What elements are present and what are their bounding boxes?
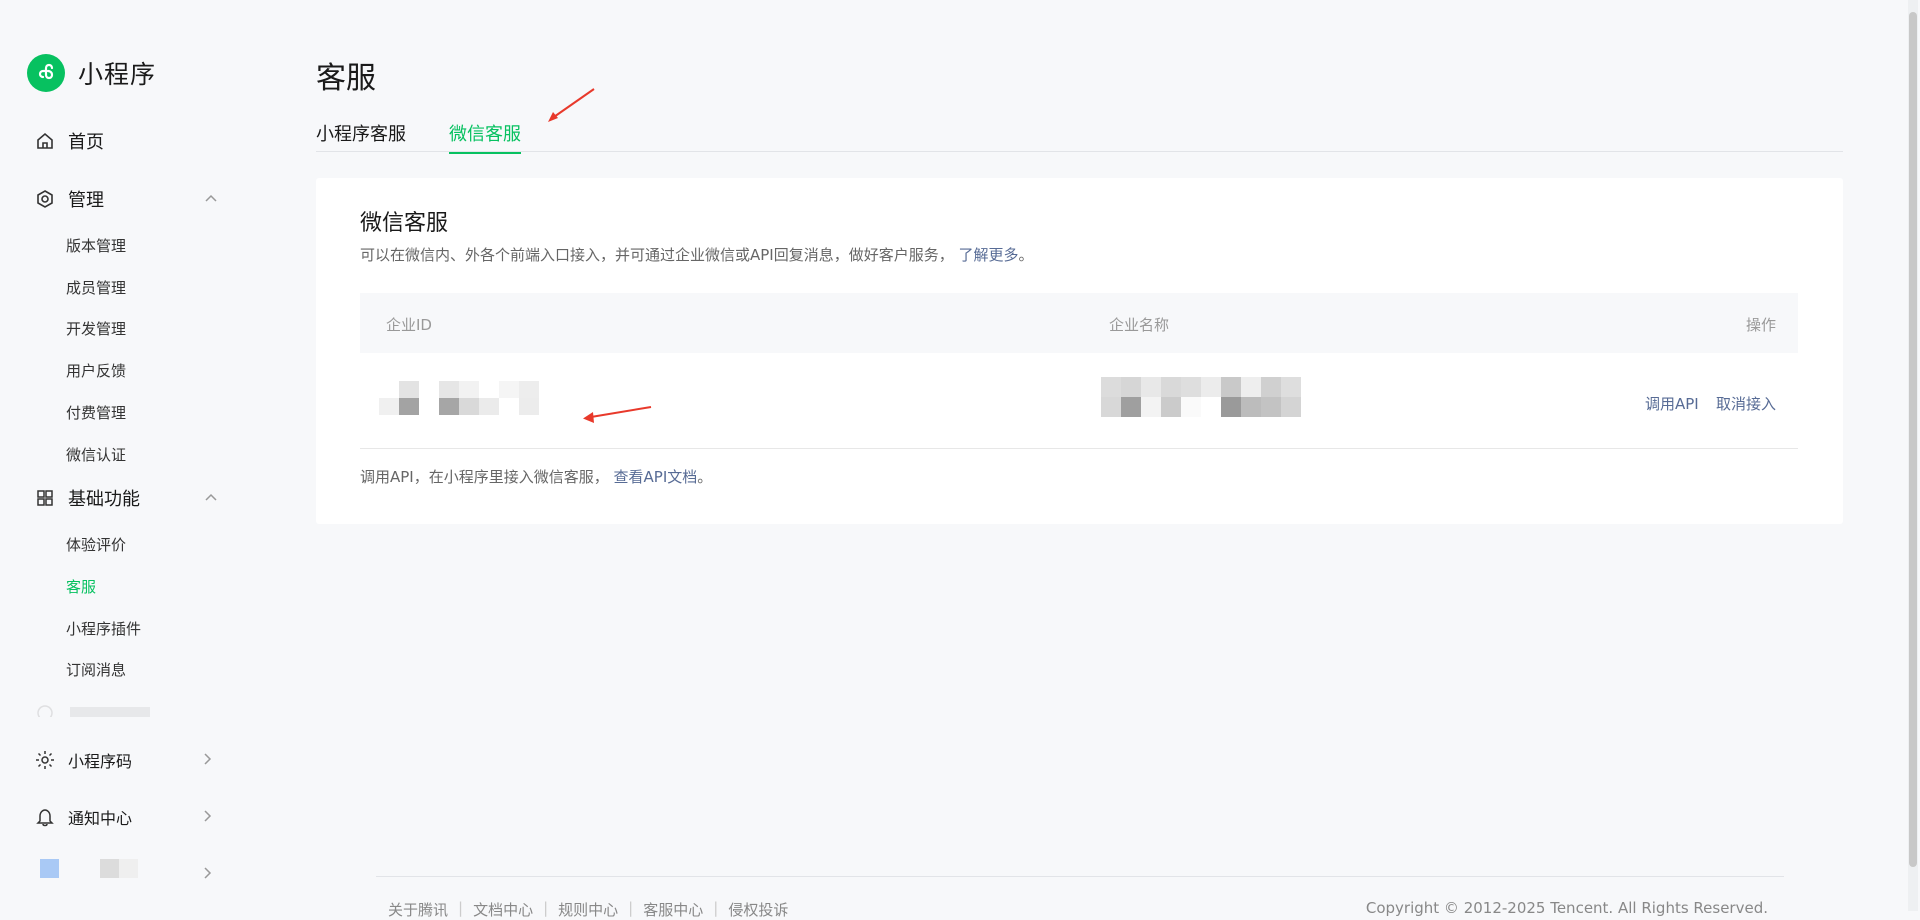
annotation-arrow-icon <box>548 88 595 122</box>
sidebar-item-home-label: 首页 <box>68 132 104 153</box>
qrcode-sun-icon <box>34 749 56 771</box>
cancel-access-link[interactable]: 取消接入 <box>1716 393 1776 414</box>
footer-separator: | <box>628 899 634 917</box>
sidebar-item-version[interactable]: 版本管理 <box>66 235 126 256</box>
annotation-arrow-icon <box>583 406 652 423</box>
enterprise-id-redacted <box>379 381 559 415</box>
tab-miniprogram-service[interactable]: 小程序客服 <box>316 120 406 152</box>
footer-divider <box>376 876 1784 877</box>
card-footer-text: 调用API，在小程序里接入微信客服， <box>360 468 609 486</box>
card-description-text: 可以在微信内、外各个前端入口接入，并可通过企业微信或API回复消息，做好客户服务… <box>360 246 954 264</box>
footer-link-complaint[interactable]: 侵权投诉 <box>728 899 788 920</box>
sidebar-item-subscribe[interactable]: 订阅消息 <box>66 659 126 680</box>
footer-link-service[interactable]: 客服中心 <box>643 899 703 920</box>
footer-separator: | <box>543 899 549 917</box>
footer-separator: | <box>458 899 464 917</box>
sidebar-item-feedback[interactable]: 用户反馈 <box>66 360 126 381</box>
sidebar-group-manage-label: 管理 <box>68 190 104 211</box>
footer-link-about[interactable]: 关于腾讯 <box>388 899 448 920</box>
sidebar-item-qrcode-label: 小程序码 <box>68 752 133 771</box>
chevron-right-icon[interactable] <box>196 862 218 884</box>
sidebar-group-manage[interactable]: 管理 <box>34 186 104 212</box>
sidebar-item-dev[interactable]: 开发管理 <box>66 318 126 339</box>
chevron-up-icon[interactable] <box>200 487 222 509</box>
card-description: 可以在微信内、外各个前端入口接入，并可通过企业微信或API回复消息，做好客户服务… <box>360 244 1034 265</box>
column-actions: 操作 <box>1745 316 1776 334</box>
wechat-service-card: 微信客服 可以在微信内、外各个前端入口接入，并可通过企业微信或API回复消息，做… <box>316 178 1843 524</box>
chevron-up-icon[interactable] <box>200 188 222 210</box>
card-footer-end: 。 <box>697 468 713 486</box>
sidebar-item-home[interactable]: 首页 <box>34 128 104 154</box>
home-icon <box>34 130 56 152</box>
sidebar-item-qrcode[interactable]: 小程序码 <box>34 748 132 772</box>
account-avatar[interactable] <box>40 859 160 881</box>
sidebar: 小程序 首页 管理 版本管理 成员管理 开发管理 用户反馈 付费管理 微信认证 … <box>0 0 250 911</box>
enterprise-name-redacted <box>1101 377 1301 417</box>
learn-more-link[interactable]: 了解更多 <box>959 246 1019 264</box>
chevron-right-icon[interactable] <box>196 805 218 827</box>
card-footer-note: 调用API，在小程序里接入微信客服， 查看API文档。 <box>360 466 712 487</box>
bell-icon <box>34 806 56 828</box>
sidebar-item-payment[interactable]: 付费管理 <box>66 402 126 423</box>
sidebar-item-rating[interactable]: 体验评价 <box>66 534 126 555</box>
miniprogram-logo-icon <box>27 54 65 92</box>
grid-icon <box>34 487 56 509</box>
sidebar-item-service[interactable]: 客服 <box>66 576 96 597</box>
scrollbar-thumb[interactable] <box>1909 12 1917 867</box>
call-api-link[interactable]: 调用API <box>1645 393 1699 414</box>
gear-icon <box>34 188 56 210</box>
tab-wechat-service[interactable]: 微信客服 <box>449 120 521 154</box>
sidebar-item-verify[interactable]: 微信认证 <box>66 444 126 465</box>
view-api-docs-link[interactable]: 查看API文档 <box>614 468 698 486</box>
sidebar-item-notify-label: 通知中心 <box>68 809 133 828</box>
footer-link-docs[interactable]: 文档中心 <box>473 899 533 920</box>
sidebar-item-plugin[interactable]: 小程序插件 <box>66 618 141 639</box>
sidebar-group-basic-label: 基础功能 <box>68 489 140 510</box>
table-row <box>360 353 1798 449</box>
app-logo[interactable]: 小程序 <box>27 54 156 92</box>
footer-link-rules[interactable]: 规则中心 <box>558 899 618 920</box>
page-title: 客服 <box>316 61 376 96</box>
footer-separator: | <box>713 899 719 917</box>
sidebar-item-faded <box>34 702 164 721</box>
footer-links: 关于腾讯 | 文档中心 | 规则中心 | 客服中心 | 侵权投诉 <box>388 899 788 920</box>
card-description-end: 。 <box>1018 246 1034 264</box>
chevron-right-icon[interactable] <box>196 748 218 770</box>
table-header: 企业ID 企业名称 操作 <box>360 293 1798 353</box>
card-title: 微信客服 <box>360 211 449 236</box>
sidebar-item-notify[interactable]: 通知中心 <box>34 805 132 829</box>
sidebar-group-basic[interactable]: 基础功能 <box>34 485 140 511</box>
column-enterprise-name: 企业名称 <box>1109 316 1170 334</box>
app-title: 小程序 <box>78 60 157 89</box>
copyright: Copyright © 2012-2025 Tencent. All Right… <box>1365 899 1768 917</box>
column-enterprise-id: 企业ID <box>386 316 432 334</box>
sidebar-item-members[interactable]: 成员管理 <box>66 277 126 298</box>
